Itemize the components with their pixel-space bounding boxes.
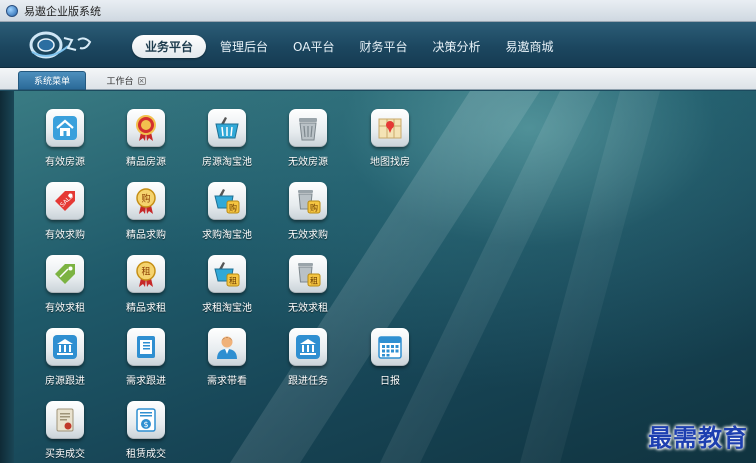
nav-admin-backend[interactable]: 管理后台 <box>209 35 279 58</box>
map-pin-icon <box>371 109 409 147</box>
icon-label: 精品求租 <box>126 303 166 314</box>
icon-label: 精品求购 <box>126 230 166 241</box>
icon-label: 买卖成交 <box>45 449 85 460</box>
desktop-icon-valid-listings[interactable]: 有效房源 <box>30 109 100 171</box>
desktop-icon-premium-rental[interactable]: 租 精品求租 <box>111 255 181 317</box>
icon-label: 无效求购 <box>288 230 328 241</box>
trash-can-icon <box>289 109 327 147</box>
svg-text:租: 租 <box>310 277 318 286</box>
trash-buy-icon: 购 <box>289 182 327 220</box>
buy-badge-icon: 购 <box>127 182 165 220</box>
nav-oa-platform[interactable]: OA平台 <box>282 35 345 58</box>
desktop-icon-invalid-purchase[interactable]: 购 无效求购 <box>273 182 343 244</box>
main-nav: 业务平台 管理后台 OA平台 财务平台 决策分析 易遨商城 <box>132 35 568 58</box>
desktop-icon-followup-tasks[interactable]: 跟进任务 <box>273 328 343 390</box>
desktop-icon-premium-purchase[interactable]: 购 精品求购 <box>111 182 181 244</box>
bank-building-icon <box>289 328 327 366</box>
svg-text:购: 购 <box>229 203 237 213</box>
desktop-icon-demand-followup[interactable]: 需求跟进 <box>111 328 181 390</box>
desktop-icon-invalid-listings[interactable]: 无效房源 <box>273 109 343 171</box>
award-badge-icon <box>127 109 165 147</box>
tab-label: 系统菜单 <box>33 77 70 87</box>
icon-label: 有效房源 <box>45 157 85 168</box>
window-title: 易遨企业版系统 <box>24 4 101 18</box>
desktop-icon-valid-rental[interactable]: 有效求租 <box>30 255 100 317</box>
top-navigation-bar: 业务平台 管理后台 OA平台 财务平台 决策分析 易遨商城 <box>0 22 756 68</box>
basket-buy-icon: 购 <box>208 182 246 220</box>
svg-text:租: 租 <box>229 277 237 286</box>
basket-icon <box>208 109 246 147</box>
rent-tag-icon <box>46 255 84 293</box>
icon-label: 无效求租 <box>288 303 328 314</box>
nav-decision-analysis[interactable]: 决策分析 <box>422 35 492 58</box>
left-edge-shadow <box>0 91 14 463</box>
icon-label: 有效求购 <box>45 230 85 241</box>
svg-text:购: 购 <box>310 203 318 213</box>
desktop-icon-rental-deals[interactable]: $ 租赁成交 <box>111 401 181 463</box>
desktop-icon-valid-purchase[interactable]: SALE 有效求购 <box>30 182 100 244</box>
icon-label: 房源跟进 <box>45 376 85 387</box>
icon-label: 需求带看 <box>207 376 247 387</box>
desktop-icon-premium-listings[interactable]: 精品房源 <box>111 109 181 171</box>
person-icon <box>208 328 246 366</box>
icon-label: 需求跟进 <box>126 376 166 387</box>
close-icon[interactable]: × <box>137 76 146 85</box>
desktop-icon-map-search[interactable]: 地图找房 <box>355 109 425 171</box>
nav-mall[interactable]: 易遨商城 <box>495 35 565 58</box>
icon-label: 无效房源 <box>288 157 328 168</box>
icon-label: 精品房源 <box>126 157 166 168</box>
icon-label: 地图找房 <box>370 157 410 168</box>
icon-label: 房源淘宝池 <box>202 157 252 168</box>
desktop-icon-purchase-pool[interactable]: 购 求购淘宝池 <box>192 182 262 244</box>
nav-business-platform[interactable]: 业务平台 <box>132 35 207 58</box>
tab-workbench[interactable]: 工作台 × <box>96 71 156 90</box>
tab-strip: 系统菜单 工作台 × <box>0 68 756 90</box>
app-icon <box>6 4 18 17</box>
document-icon <box>127 328 165 366</box>
desktop-icon-invalid-rental[interactable]: 租 无效求租 <box>273 255 343 317</box>
desktop-icon-rental-pool[interactable]: 租 求租淘宝池 <box>192 255 262 317</box>
svg-text:租: 租 <box>141 267 150 278</box>
icon-label: 跟进任务 <box>288 376 328 387</box>
tab-label: 工作台 <box>106 77 134 87</box>
rent-badge-icon: 租 <box>127 255 165 293</box>
desktop-icon-sale-deals[interactable]: 买卖成交 <box>30 401 100 463</box>
sale-tag-icon: SALE <box>46 182 84 220</box>
desktop-area: 有效房源 精品房源 房源淘宝池 无效房源 地图找房 SALE 有效求购 购 精品… <box>0 91 756 463</box>
bank-building-icon <box>46 328 84 366</box>
window-title-bar: 易遨企业版系统 <box>0 0 756 22</box>
watermark: 最需教育 <box>648 423 748 452</box>
basket-rent-icon: 租 <box>208 255 246 293</box>
nav-finance-platform[interactable]: 财务平台 <box>348 35 418 58</box>
dollar-document-icon: $ <box>127 401 165 439</box>
desktop-icon-demand-showing[interactable]: 需求带看 <box>192 328 262 390</box>
tab-system-menu[interactable]: 系统菜单 <box>18 71 86 90</box>
desktop-icon-listing-followup[interactable]: 房源跟进 <box>30 328 100 390</box>
trash-rent-icon: 租 <box>289 255 327 293</box>
desktop-icon-daily-report[interactable]: 日报 <box>355 328 425 390</box>
contract-icon <box>46 401 84 439</box>
svg-text:$: $ <box>143 420 148 429</box>
icon-label: 求租淘宝池 <box>202 303 252 314</box>
house-icon <box>46 109 84 147</box>
calendar-icon <box>371 328 409 366</box>
desktop-icon-listing-pool[interactable]: 房源淘宝池 <box>192 109 262 171</box>
svg-text:购: 购 <box>141 193 150 205</box>
icon-label: 租赁成交 <box>126 449 166 460</box>
logo-icon[interactable] <box>28 28 94 62</box>
icon-label: 求购淘宝池 <box>202 230 252 241</box>
icon-label: 有效求租 <box>45 303 85 314</box>
icon-label: 日报 <box>380 376 400 387</box>
